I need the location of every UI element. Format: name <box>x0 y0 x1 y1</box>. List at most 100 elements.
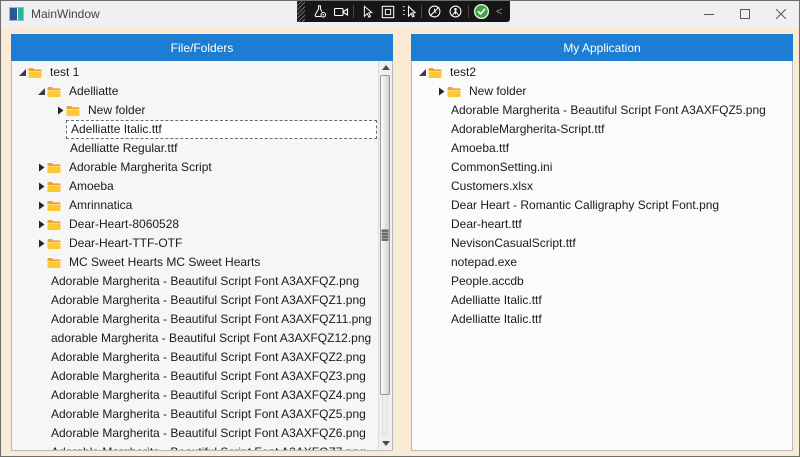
collapsed-icon[interactable] <box>435 86 447 98</box>
tree-item-label[interactable]: Adorable Margherita - Beautiful Script F… <box>47 311 376 328</box>
tree-item-file[interactable]: Adorable Margherita - Beautiful Script F… <box>13 405 377 424</box>
tree-item-file[interactable]: Dear-heart.ttf <box>413 215 792 234</box>
scroll-up-button[interactable] <box>379 61 392 74</box>
tree-item-folder[interactable]: New folder <box>13 101 377 120</box>
tree-item-file[interactable]: Adelliatte Italic.ttf <box>413 310 792 329</box>
tree-item-folder[interactable]: Amoeba <box>13 177 377 196</box>
collapsed-icon[interactable] <box>54 105 66 117</box>
tree-item-folder[interactable]: Dear-Heart-TTF-OTF <box>13 234 377 253</box>
tree-item-folder[interactable]: Adelliatte <box>13 82 377 101</box>
tree-item-file[interactable]: Customers.xlsx <box>413 177 792 196</box>
tree-item-label[interactable]: Adelliatte Italic.ttf <box>447 311 546 328</box>
tree-item-label[interactable]: New folder <box>84 102 149 119</box>
tree-item-label[interactable]: Adorable Margherita - Beautiful Script F… <box>47 425 370 442</box>
pointer-icon[interactable] <box>356 1 377 22</box>
tree-item-label[interactable]: Adorable Margherita - Beautiful Script F… <box>47 444 370 451</box>
frame-capture-icon[interactable] <box>377 1 398 22</box>
toolbar-separator <box>421 5 422 18</box>
tree-item-file[interactable]: Adelliatte Italic.ttf <box>13 120 377 139</box>
drag-grip-icon[interactable] <box>297 1 305 22</box>
tree-item-label[interactable]: adorable Margherita - Beautiful Script F… <box>47 330 375 347</box>
tree-item-label[interactable]: MC Sweet Hearts MC Sweet Hearts <box>65 254 264 271</box>
expander-placeholder <box>35 314 47 326</box>
collapsed-icon[interactable] <box>35 162 47 174</box>
tree-item-file[interactable]: AdorableMargherita-Script.ttf <box>413 120 792 139</box>
tree-item-file[interactable]: Amoeba.ttf <box>413 139 792 158</box>
user-circle-icon[interactable] <box>445 1 466 22</box>
status-ok-check-icon[interactable] <box>471 1 492 22</box>
tree-item-label[interactable]: Adelliatte Regular.ttf <box>66 140 181 157</box>
tree-item-file[interactable]: Adorable Margherita - Beautiful Script F… <box>13 348 377 367</box>
tree-item-label[interactable]: Adorable Margherita - Beautiful Script F… <box>447 102 770 119</box>
tree-item-label[interactable]: AdorableMargherita-Script.ttf <box>447 121 608 138</box>
pointer-tracking-icon[interactable] <box>398 1 419 22</box>
tree-item-folder[interactable]: New folder <box>413 82 792 101</box>
tree-item-label[interactable]: Adorable Margherita Script <box>65 159 216 176</box>
tree-item-label[interactable]: Amrinnatica <box>65 197 136 214</box>
tree-item-file[interactable]: Adorable Margherita - Beautiful Script F… <box>13 443 377 451</box>
tree-item-folder[interactable]: Dear-Heart-8060528 <box>13 215 377 234</box>
tree-item-label[interactable]: Amoeba <box>65 178 118 195</box>
tree-item-label[interactable]: People.accdb <box>447 273 528 290</box>
maximize-button[interactable] <box>727 1 763 27</box>
tree-item-label[interactable]: Adelliatte Italic.ttf <box>447 292 546 309</box>
tree-item-label[interactable]: Adorable Margherita - Beautiful Script F… <box>47 368 370 385</box>
tree-item-file[interactable]: Adorable Margherita - Beautiful Script F… <box>13 272 377 291</box>
tree-item-folder[interactable]: Adorable Margherita Script <box>13 158 377 177</box>
tree-item-label[interactable]: NevisonCasualScript.ttf <box>447 235 580 252</box>
minimize-button[interactable] <box>691 1 727 27</box>
vertical-scrollbar[interactable] <box>378 61 392 450</box>
tree-item-label[interactable]: Dear-Heart-TTF-OTF <box>65 235 186 252</box>
tree-item-label[interactable]: Adorable Margherita - Beautiful Script F… <box>47 349 370 366</box>
scrollbar-thumb[interactable] <box>380 75 390 395</box>
tree-item-label[interactable]: Customers.xlsx <box>447 178 537 195</box>
tree-item-folder[interactable]: Amrinnatica <box>13 196 377 215</box>
tree-item-folder[interactable]: test 1 <box>13 63 377 82</box>
tree-item-folder[interactable]: MC Sweet Hearts MC Sweet Hearts <box>13 253 377 272</box>
tree-item-label[interactable]: Adorable Margherita - Beautiful Script F… <box>47 273 363 290</box>
expanded-icon[interactable] <box>16 67 28 79</box>
tree-item-label[interactable]: Dear-Heart-8060528 <box>65 216 183 233</box>
tree-item-file[interactable]: adorable Margherita - Beautiful Script F… <box>13 329 377 348</box>
tree-item-file[interactable]: Adelliatte Regular.ttf <box>13 139 377 158</box>
tree-item-file[interactable]: Adelliatte Italic.ttf <box>413 291 792 310</box>
flask-settings-icon[interactable] <box>309 1 330 22</box>
tree-item-file[interactable]: Adorable Margherita - Beautiful Script F… <box>13 424 377 443</box>
tree-item-file[interactable]: notepad.exe <box>413 253 792 272</box>
video-camera-icon[interactable] <box>330 1 351 22</box>
timer-disabled-icon[interactable] <box>424 1 445 22</box>
tree-item-file[interactable]: Dear Heart - Romantic Calligraphy Script… <box>413 196 792 215</box>
tree-item-label[interactable]: Dear-heart.ttf <box>447 216 526 233</box>
collapse-chevron-icon[interactable]: < <box>492 6 505 18</box>
expanded-icon[interactable] <box>35 86 47 98</box>
tree-item-label[interactable]: Adorable Margherita - Beautiful Script F… <box>47 406 370 423</box>
tree-item-label[interactable]: test2 <box>446 64 480 81</box>
tree-item-file[interactable]: NevisonCasualScript.ttf <box>413 234 792 253</box>
expanded-icon[interactable] <box>416 67 428 79</box>
tree-item-label[interactable]: Adorable Margherita - Beautiful Script F… <box>47 387 370 404</box>
tree-item-label[interactable]: test 1 <box>46 64 83 81</box>
tree-item-label[interactable]: Dear Heart - Romantic Calligraphy Script… <box>447 197 723 214</box>
tree-item-label-selected[interactable]: Adelliatte Italic.ttf <box>66 120 377 139</box>
tree-item-label[interactable]: New folder <box>465 83 530 100</box>
scrollbar-track[interactable] <box>382 394 388 436</box>
tree-item-file[interactable]: Adorable Margherita - Beautiful Script F… <box>13 386 377 405</box>
close-button[interactable] <box>763 1 799 27</box>
collapsed-icon[interactable] <box>35 200 47 212</box>
tree-item-file[interactable]: Adorable Margherita - Beautiful Script F… <box>13 291 377 310</box>
collapsed-icon[interactable] <box>35 181 47 193</box>
tree-item-label[interactable]: CommonSetting.ini <box>447 159 556 176</box>
tree-item-file[interactable]: Adorable Margherita - Beautiful Script F… <box>413 101 792 120</box>
tree-item-label[interactable]: Amoeba.ttf <box>447 140 513 157</box>
tree-item-label[interactable]: notepad.exe <box>447 254 521 271</box>
collapsed-icon[interactable] <box>35 238 47 250</box>
tree-item-file[interactable]: People.accdb <box>413 272 792 291</box>
collapsed-icon[interactable] <box>35 219 47 231</box>
scroll-down-button[interactable] <box>379 437 392 450</box>
tree-item-file[interactable]: Adorable Margherita - Beautiful Script F… <box>13 310 377 329</box>
tree-item-file[interactable]: Adorable Margherita - Beautiful Script F… <box>13 367 377 386</box>
tree-item-label[interactable]: Adelliatte <box>65 83 122 100</box>
tree-item-folder[interactable]: test2 <box>413 63 792 82</box>
tree-item-label[interactable]: Adorable Margherita - Beautiful Script F… <box>47 292 370 309</box>
tree-item-file[interactable]: CommonSetting.ini <box>413 158 792 177</box>
